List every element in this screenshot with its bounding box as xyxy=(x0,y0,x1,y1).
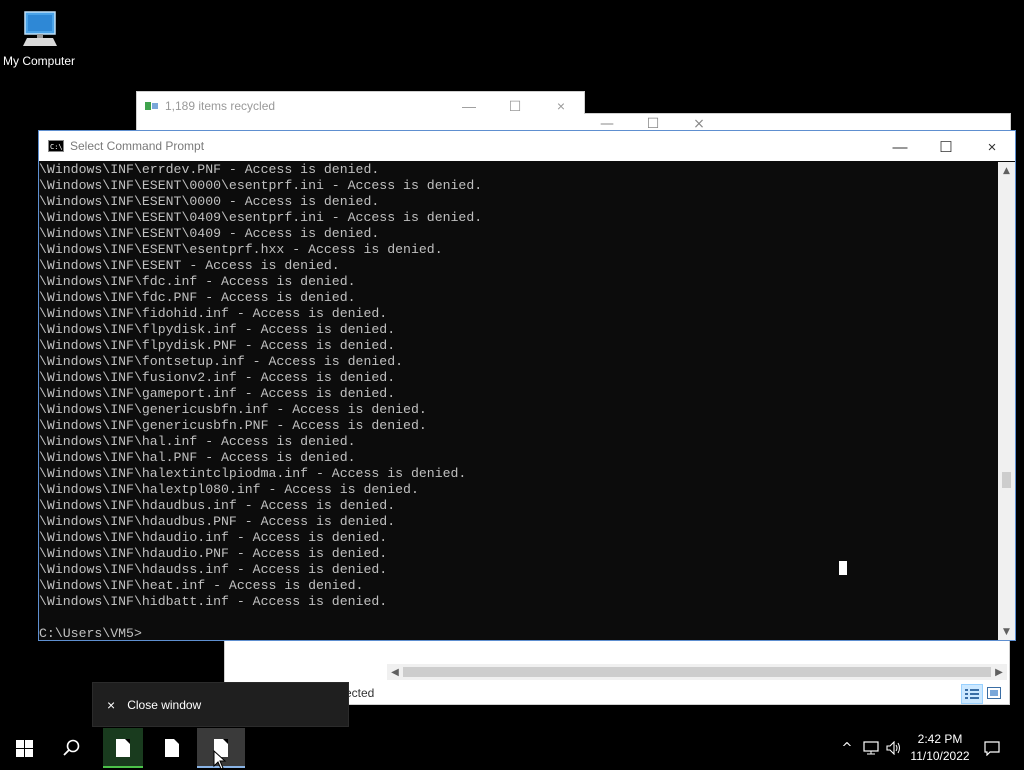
maximize-button[interactable]: ☐ xyxy=(923,132,969,162)
console-line: \Windows\INF\ESENT\0409 - Access is deni… xyxy=(39,226,380,241)
scroll-left-button[interactable]: ◀ xyxy=(387,664,403,680)
mouse-pointer-icon xyxy=(213,750,227,770)
clock-time: 2:42 PM xyxy=(917,732,963,746)
notification-icon xyxy=(984,741,1000,756)
console-line: \Windows\INF\fdc.PNF - Access is denied. xyxy=(39,290,356,305)
console-line: \Windows\INF\flpydisk.PNF - Access is de… xyxy=(39,338,396,353)
large-icons-view-icon xyxy=(987,687,1001,699)
clock[interactable]: 2:42 PM 11/10/2022 xyxy=(902,731,978,765)
console-line: \Windows\INF\hdaudss.inf - Access is den… xyxy=(39,562,388,577)
status-bar-text: ected xyxy=(345,686,375,700)
console-line: \Windows\INF\fidohid.inf - Access is den… xyxy=(39,306,388,321)
close-window-label: Close window xyxy=(127,697,202,712)
console-line: \Windows\INF\ESENT\0000\esentprf.ini - A… xyxy=(39,178,483,193)
recycle-window-title: 1,189 items recycled xyxy=(165,99,276,113)
close-window-menu-item[interactable]: × Close window xyxy=(92,682,349,727)
document-icon xyxy=(165,739,179,757)
scrollbar-thumb[interactable] xyxy=(403,667,991,677)
console-line: \Windows\INF\flpydisk.inf - Access is de… xyxy=(39,322,396,337)
taskbar-app-2[interactable] xyxy=(148,728,196,768)
vertical-scrollbar[interactable]: ▲ ▼ xyxy=(998,162,1015,640)
search-button[interactable] xyxy=(48,728,96,768)
large-icons-view-button[interactable] xyxy=(984,684,1004,702)
action-center-button[interactable] xyxy=(980,728,1004,768)
console-line: \Windows\INF\halextintclpiodma.inf - Acc… xyxy=(39,466,467,481)
recycle-progress-icon xyxy=(145,100,159,112)
close-button[interactable]: × xyxy=(538,92,584,120)
cmd-window-title: Select Command Prompt xyxy=(70,139,205,153)
console-line: \Windows\INF\hal.PNF - Access is denied. xyxy=(39,450,356,465)
computer-icon xyxy=(23,11,57,46)
scroll-right-button[interactable]: ▶ xyxy=(991,664,1007,680)
cmd-titlebar[interactable]: C:\ Select Command Prompt — ☐ × xyxy=(39,131,1015,161)
show-hidden-icons-button[interactable]: ^ xyxy=(838,728,856,768)
command-prompt-icon: C:\ xyxy=(48,140,64,152)
close-button[interactable]: × xyxy=(969,132,1015,162)
console-line: \Windows\INF\hal.inf - Access is denied. xyxy=(39,434,356,449)
console-line: \Windows\INF\heat.inf - Access is denied… xyxy=(39,578,364,593)
console-line: \Windows\INF\fusionv2.inf - Access is de… xyxy=(39,370,396,385)
details-view-icon xyxy=(965,689,979,699)
speaker-icon xyxy=(886,741,900,755)
close-icon: × xyxy=(107,696,116,713)
horizontal-scrollbar[interactable]: ◀ ▶ xyxy=(387,664,1007,680)
console-output[interactable]: \Windows\INF\errdev.PNF - Access is deni… xyxy=(39,162,999,640)
scroll-down-button[interactable]: ▼ xyxy=(998,623,1015,640)
windows-logo-icon xyxy=(15,739,33,757)
recycle-progress-window[interactable]: 1,189 items recycled — ☐ × xyxy=(136,91,585,133)
console-line: \Windows\INF\ESENT\0000 - Access is deni… xyxy=(39,194,380,209)
console-line: \Windows\INF\ESENT - Access is denied. xyxy=(39,258,340,273)
recycle-window-titlebar[interactable]: 1,189 items recycled — ☐ × xyxy=(137,92,584,120)
search-icon xyxy=(63,739,80,756)
desktop-icon-label: My Computer xyxy=(2,54,76,68)
console-line: \Windows\INF\hdaudbus.PNF - Access is de… xyxy=(39,514,396,529)
console-line: \Windows\INF\gameport.inf - Access is de… xyxy=(39,386,396,401)
console-line: \Windows\INF\fontsetup.inf - Access is d… xyxy=(39,354,404,369)
console-line: \Windows\INF\ESENT\0409\esentprf.ini - A… xyxy=(39,210,483,225)
command-prompt-line: C:\Users\VM5> xyxy=(39,626,142,640)
taskbar: ^ 2:42 PM 11/10/2022 xyxy=(0,728,1024,768)
console-line: \Windows\INF\errdev.PNF - Access is deni… xyxy=(39,162,380,177)
network-icon xyxy=(863,741,879,755)
text-cursor xyxy=(839,561,847,575)
command-prompt-window[interactable]: C:\ Select Command Prompt — ☐ × \Windows… xyxy=(38,130,1016,641)
taskbar-app-1[interactable] xyxy=(103,728,143,768)
network-tray-button[interactable] xyxy=(860,728,882,768)
details-view-button[interactable] xyxy=(961,684,983,704)
console-line: \Windows\INF\genericusbfn.PNF - Access i… xyxy=(39,418,427,433)
start-button[interactable] xyxy=(0,728,48,768)
minimize-button[interactable]: — xyxy=(877,132,923,162)
scroll-up-button[interactable]: ▲ xyxy=(998,162,1015,179)
document-icon xyxy=(116,739,130,757)
console-line: \Windows\INF\ESENT\esentprf.hxx - Access… xyxy=(39,242,443,257)
console-line: \Windows\INF\genericusbfn.inf - Access i… xyxy=(39,402,427,417)
desktop-icon-my-computer[interactable]: My Computer xyxy=(0,8,78,68)
maximize-button[interactable]: ☐ xyxy=(492,92,538,120)
console-line: \Windows\INF\hdaudbus.inf - Access is de… xyxy=(39,498,396,513)
volume-tray-button[interactable] xyxy=(884,728,904,768)
console-line: \Windows\INF\hdaudio.inf - Access is den… xyxy=(39,530,388,545)
chevron-up-icon: ^ xyxy=(841,740,853,756)
console-line: \Windows\INF\halextpl080.inf - Access is… xyxy=(39,482,419,497)
scrollbar-thumb[interactable] xyxy=(1002,472,1011,488)
console-line: \Windows\INF\hdaudio.PNF - Access is den… xyxy=(39,546,388,561)
clock-date: 11/10/2022 xyxy=(910,749,970,763)
console-line: \Windows\INF\hidbatt.inf - Access is den… xyxy=(39,594,388,609)
console-line: \Windows\INF\fdc.inf - Access is denied. xyxy=(39,274,356,289)
minimize-button[interactable]: — xyxy=(446,92,492,120)
